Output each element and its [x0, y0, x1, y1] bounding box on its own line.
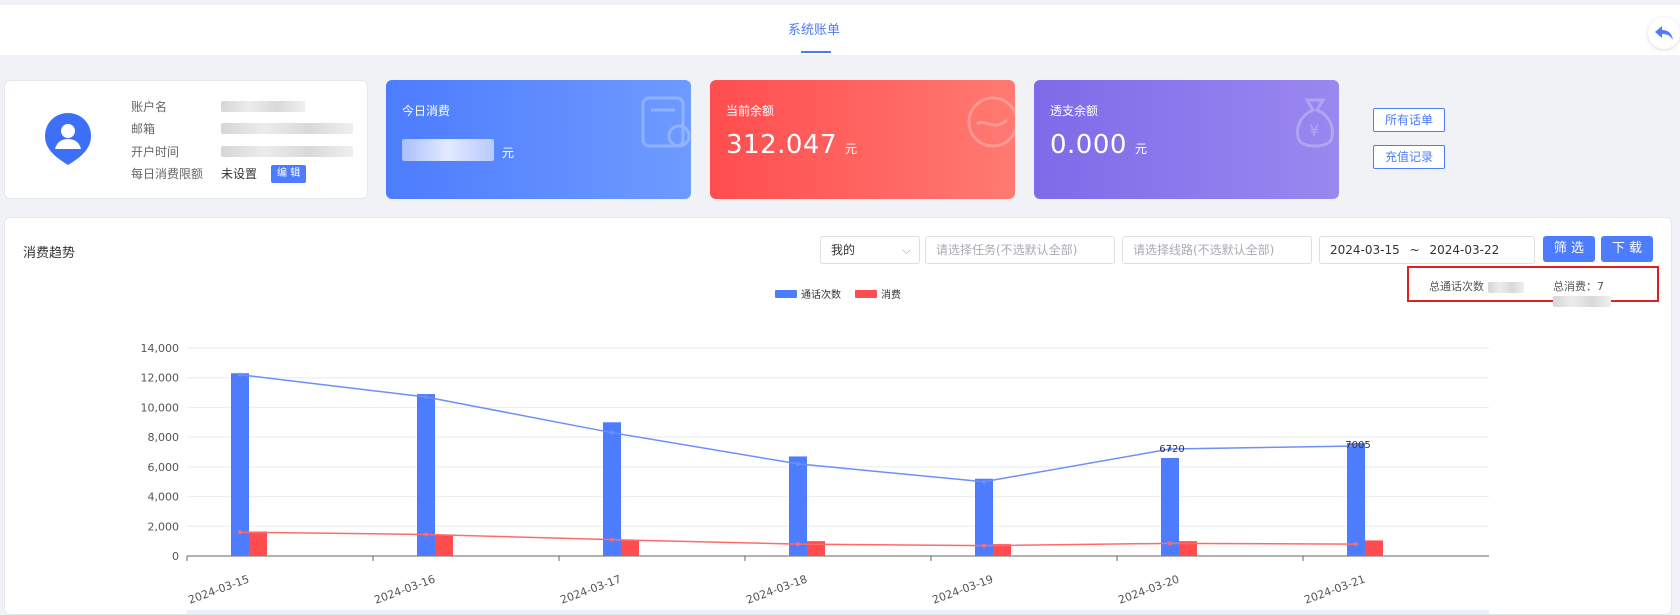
legend-swatch [855, 290, 877, 298]
trend-point [796, 542, 800, 547]
trend-point [1168, 541, 1172, 546]
email-value [221, 123, 353, 135]
cost-bar [249, 531, 267, 556]
x-tick-label: 2024-03-19 [930, 573, 995, 607]
account-card: 账户名 邮箱 开户时间 每日消费限额 未设置 编 辑 [4, 80, 368, 199]
today-cost-amount-row: 元 [402, 134, 515, 164]
account-name-row: 账户名 [131, 95, 353, 118]
trend-point [238, 372, 242, 377]
svg-text:¥: ¥ [1309, 121, 1319, 140]
trend-point [610, 537, 614, 542]
x-tick-label: 2024-03-17 [558, 573, 623, 607]
current-balance-unit: 元 [845, 142, 858, 156]
recharge-records-button[interactable]: 充值记录 [1373, 145, 1445, 169]
calls-bar [603, 422, 621, 556]
x-tick-label: 2024-03-16 [372, 573, 437, 607]
today-cost-title: 今日消费 [402, 104, 451, 118]
trend-point [982, 479, 986, 484]
legend-label: 消费 [881, 288, 901, 301]
x-tick-label: 2024-03-21 [1302, 573, 1367, 607]
account-name-label: 账户名 [131, 99, 168, 114]
data-label: 7005 [1345, 440, 1370, 451]
zoom-slider-track [187, 610, 1489, 614]
today-cost-value [402, 138, 494, 161]
calls-bar [1347, 443, 1365, 556]
overdraft-balance-card: 透支余额 0.000 元 ¥ [1034, 80, 1339, 199]
y-tick-label: 2,000 [148, 520, 180, 533]
current-balance-title: 当前余额 [726, 104, 775, 118]
y-tick-label: 10,000 [141, 401, 180, 414]
cost-bar [807, 541, 825, 556]
overdraft-balance-unit: 元 [1134, 142, 1148, 156]
back-button[interactable] [1648, 17, 1680, 49]
calls-bar [417, 394, 435, 556]
edit-limit-button[interactable]: 编 辑 [271, 164, 307, 183]
cost-bar [435, 534, 453, 556]
email-row: 邮箱 [131, 118, 353, 141]
trend-point [238, 530, 242, 535]
user-avatar-icon [45, 113, 91, 165]
legend-label: 通话次数 [801, 288, 841, 301]
open-time-row: 开户时间 [131, 140, 353, 163]
current-balance-card: 当前余额 312.047 元 [710, 80, 1015, 199]
cost-bar [621, 540, 639, 556]
daily-limit-value: 未设置 [221, 167, 258, 182]
bill-icon [641, 96, 691, 148]
legend-swatch [775, 290, 797, 298]
y-tick-label: 4,000 [148, 491, 180, 504]
y-tick-label: 6,000 [148, 461, 180, 474]
x-tick-label: 2024-03-20 [1116, 573, 1181, 607]
money-bag-icon: ¥ [1296, 98, 1334, 148]
y-tick-label: 12,000 [141, 372, 180, 385]
data-label: 6720 [1159, 444, 1184, 455]
trend-point [1354, 542, 1358, 547]
trend-point [982, 543, 986, 548]
today-cost-unit: 元 [502, 146, 515, 160]
x-tick-label: 2024-03-18 [744, 573, 809, 607]
cost-bar [1365, 540, 1383, 556]
all-calls-button[interactable]: 所有话单 [1373, 108, 1445, 132]
calls-bar [789, 456, 807, 556]
today-cost-card: 今日消费 元 [386, 80, 691, 199]
reply-arrow-icon [1655, 26, 1673, 40]
consumption-trend-chart: 0 2,000 4,000 6,000 8,000 10,000 12,000 14,000 2… [141, 288, 1489, 614]
top-nav: 系统账单 [0, 5, 1680, 55]
email-label: 邮箱 [131, 122, 156, 137]
current-balance-value: 312.047 [726, 130, 838, 160]
y-tick-label: 8,000 [148, 431, 180, 444]
overdraft-balance-value: 0.000 [1050, 130, 1127, 160]
overdraft-balance-title: 透支余额 [1050, 104, 1099, 118]
tab-underline [801, 51, 831, 53]
daily-limit-row: 每日消费限额 未设置 编 辑 [131, 163, 353, 186]
account-name-value [221, 100, 305, 112]
wallet-icon [967, 96, 1015, 148]
trend-point [610, 430, 614, 435]
y-tick-label: 0 [172, 550, 179, 563]
trend-point [424, 532, 428, 537]
trend-point [796, 461, 800, 466]
x-tick-label: 2024-03-15 [186, 573, 251, 607]
calls-bar [1161, 457, 1179, 556]
open-time-value [221, 145, 353, 157]
calls-bar [231, 373, 249, 556]
y-tick-label: 14,000 [141, 342, 180, 355]
consumption-trend-panel: 消费趋势 我的 ⌵ 请选择任务(不选默认全部) 请选择线路(不选默认全部) 20… [4, 217, 1672, 615]
daily-limit-label: 每日消费限额 [131, 167, 204, 182]
trend-point [424, 395, 428, 400]
tab-system-bill[interactable]: 系统账单 [788, 19, 840, 38]
open-time-label: 开户时间 [131, 144, 180, 159]
